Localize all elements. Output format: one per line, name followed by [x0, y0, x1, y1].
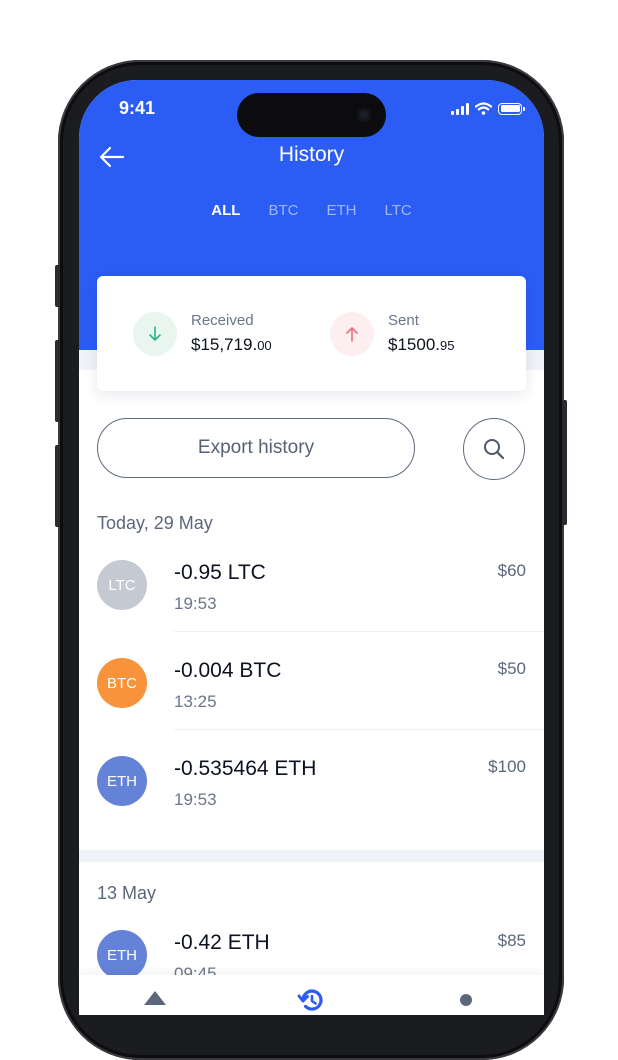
transaction-fiat-value: $50: [497, 659, 526, 678]
transaction-amount: -0.535464 ETH: [174, 757, 317, 780]
received-value: $15,719.00: [191, 335, 272, 355]
battery-icon: [498, 102, 525, 115]
power-button: [562, 400, 567, 525]
transaction-time: 13:25: [174, 692, 217, 711]
ltc-coin-icon: LTC: [97, 560, 147, 610]
sent-amount: $1500.: [388, 335, 440, 354]
bottom-nav: [79, 975, 544, 1015]
transaction-row[interactable]: LTC -0.95 LTC 19:53 $60: [79, 560, 544, 658]
received-label: Received: [191, 312, 254, 329]
received-amount: $15,719.: [191, 335, 258, 354]
eth-coin-icon: ETH: [97, 756, 147, 806]
camera-icon: [357, 108, 371, 122]
sent-label: Sent: [388, 312, 419, 329]
section-title-13-may: 13 May: [97, 883, 157, 903]
dynamic-island: [237, 93, 386, 137]
app-screen: 9:41 History ALL BTC ETH LTC Received $1…: [79, 80, 544, 1015]
section-title-today: Today, 29 May: [97, 513, 213, 533]
search-button[interactable]: [463, 418, 525, 480]
transaction-time: 19:53: [174, 790, 217, 809]
tab-eth[interactable]: ETH: [312, 200, 370, 221]
transaction-fiat-value: $60: [497, 561, 526, 580]
nav-history-button[interactable]: [296, 987, 326, 1015]
transaction-amount: -0.42 ETH: [174, 931, 270, 954]
btc-coin-icon: BTC: [97, 658, 147, 708]
row-divider: [174, 631, 544, 632]
status-icons: [451, 102, 525, 115]
volume-down-button: [55, 445, 60, 527]
transaction-row[interactable]: BTC -0.004 BTC 13:25 $50: [79, 658, 544, 756]
page-title: History: [278, 143, 345, 166]
row-divider: [174, 729, 544, 730]
sent-cents: 95: [440, 338, 455, 353]
history-icon: [297, 989, 323, 1011]
tab-btc[interactable]: BTC: [254, 200, 312, 221]
export-history-button[interactable]: Export history: [97, 418, 415, 478]
arrow-down-icon: [149, 326, 161, 341]
action-button: [55, 265, 60, 307]
arrow-up-icon: [346, 327, 358, 342]
tab-ltc[interactable]: LTC: [370, 200, 425, 221]
sent-value: $1500.95: [388, 335, 454, 355]
coin-filter-tabs: ALL BTC ETH LTC: [79, 200, 544, 221]
volume-up-button: [55, 340, 60, 422]
nav-more-button[interactable]: [459, 993, 473, 1012]
eth-coin-icon: ETH: [97, 930, 147, 980]
received-icon-badge: [133, 312, 177, 356]
summary-card: Received $15,719.00 Sent $1500.95: [97, 276, 526, 391]
tab-all[interactable]: ALL: [197, 200, 254, 221]
sent-icon-badge: [330, 312, 374, 356]
section-separator: [79, 850, 544, 862]
transaction-amount: -0.95 LTC: [174, 561, 266, 584]
status-time: 9:41: [119, 98, 156, 118]
transaction-row[interactable]: ETH -0.535464 ETH 19:53 $100: [79, 756, 544, 854]
signal-icon: [451, 102, 469, 115]
home-triangle-icon: [144, 991, 166, 1005]
received-cents: 00: [257, 338, 272, 353]
transaction-amount: -0.004 BTC: [174, 659, 282, 682]
transaction-fiat-value: $85: [497, 931, 526, 950]
transaction-fiat-value: $100: [488, 757, 526, 776]
nav-home-button[interactable]: [142, 987, 168, 1012]
wifi-icon: [475, 102, 492, 115]
dot-icon: [460, 994, 472, 1006]
search-icon: [484, 439, 505, 460]
transaction-time: 19:53: [174, 594, 217, 613]
